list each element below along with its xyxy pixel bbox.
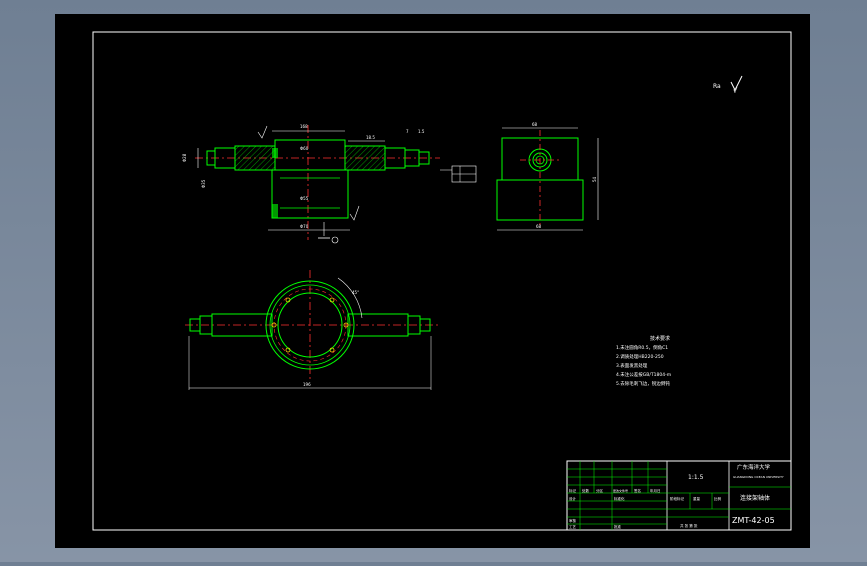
title-row-label: 更改文件号 xyxy=(613,488,628,493)
dim-plan-total: 196 xyxy=(303,382,311,387)
dim-front-len1: 18.5 xyxy=(366,135,375,140)
title-school-en: GUANGDONG OCEAN UNIVERSITY xyxy=(733,475,784,479)
dim-front-len3: 1.5 xyxy=(418,129,425,134)
dim-front-bottom: Φ70 xyxy=(300,224,309,229)
cad-viewport: Ra √ 168 18.5 7 1.5 Φ28 Φ35 Φ60 Φ55 Φ70 … xyxy=(0,0,867,562)
title-row-label: 年月日 xyxy=(650,488,661,493)
title-row-label-2: 重量 xyxy=(693,496,701,501)
title-row-label: 分区 xyxy=(596,488,604,493)
svg-text:Ra: Ra xyxy=(713,83,721,90)
dim-front-bore: Φ60 xyxy=(300,146,309,151)
tech-req-line: 2.调质处理HB220-250 xyxy=(616,353,664,360)
tech-req-heading: 技术要求 xyxy=(650,335,670,342)
dim-side-width: 68 xyxy=(532,122,538,127)
sheet-background xyxy=(55,14,810,548)
title-school-cn: 广东海洋大学 xyxy=(737,463,771,471)
title-row-label-2: 标准化 xyxy=(614,496,625,501)
title-row-label-3: 批准 xyxy=(614,524,622,529)
cad-drawing-canvas: Ra √ 168 18.5 7 1.5 Φ28 Φ35 Φ60 Φ55 Φ70 … xyxy=(55,14,810,548)
title-row-label-3: 共 张 第 张 xyxy=(680,523,698,528)
title-part-name: 连接架轴体 xyxy=(740,494,770,502)
dim-front-bore2: Φ55 xyxy=(300,196,309,201)
dim-front-d2: Φ35 xyxy=(201,179,206,188)
tech-req-line: 5.去除毛刺飞边，锐边倒钝 xyxy=(616,380,670,387)
dim-side-bottom: 68 xyxy=(536,224,542,229)
title-row-label: 标记 xyxy=(569,488,577,493)
tech-req-line: 3.表面发黑处理 xyxy=(616,362,648,369)
dim-front-d1: Φ28 xyxy=(182,153,187,162)
title-drawing-no: ZMT-42-05 xyxy=(732,516,775,525)
title-row-label-3: 工艺 xyxy=(569,524,577,529)
tech-req-line: 1.未注圆角R0.5，倒角C1 xyxy=(616,344,668,351)
title-row-label: 处数 xyxy=(582,488,590,493)
tech-req-line: 4.未注公差按GB/T1804-m xyxy=(616,371,671,378)
dim-side-height: 54 xyxy=(592,176,597,182)
surface-mark-text: √ xyxy=(733,87,738,95)
dim-plan-arc: 45° xyxy=(352,290,359,295)
dim-front-total: 168 xyxy=(300,124,308,129)
title-row-label-2: 设计 xyxy=(569,496,577,501)
title-row-label-3: 审核 xyxy=(569,518,577,523)
title-row-label-2: 比例 xyxy=(714,496,722,501)
title-scale: 1:1.5 xyxy=(688,474,704,481)
title-row-label: 签名 xyxy=(634,488,641,493)
title-row-label-2: 阶段标记 xyxy=(670,496,684,501)
